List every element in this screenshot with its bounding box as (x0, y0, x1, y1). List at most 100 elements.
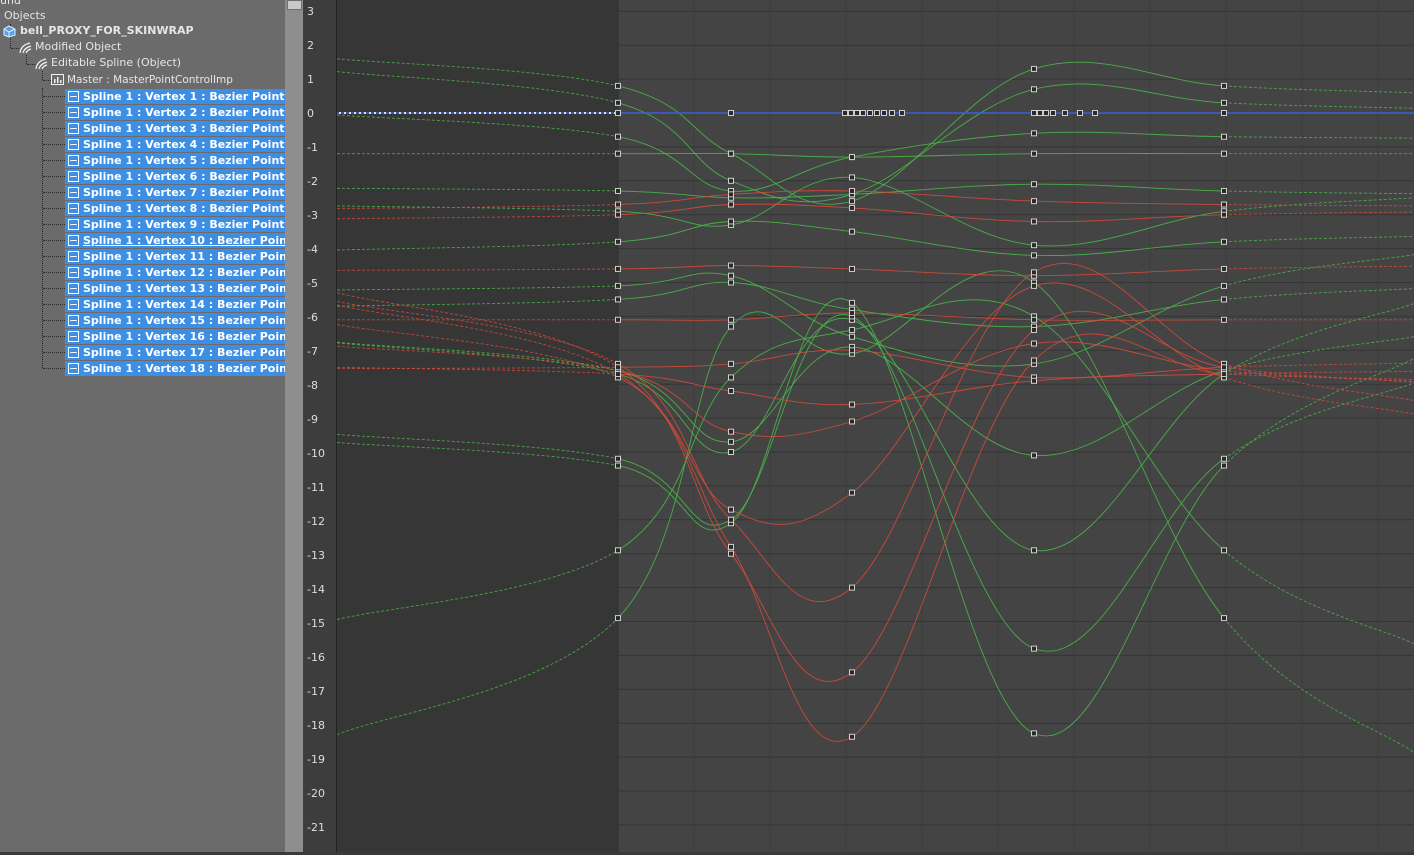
keyframe-handle[interactable] (728, 428, 734, 435)
vertex-track-item[interactable]: Spline 1 : Vertex 8 : Bezier Point3 (65, 201, 285, 216)
keyframe-handle[interactable] (1221, 455, 1227, 462)
keyframe-handle[interactable] (1221, 99, 1227, 106)
modified-object-label[interactable]: Modified Object (35, 40, 121, 54)
keyframe-handle[interactable] (849, 265, 855, 272)
keyframe-handle[interactable] (1031, 86, 1037, 93)
keyframe-handle[interactable] (849, 310, 855, 317)
vertex-track-item[interactable]: Spline 1 : Vertex 6 : Bezier Point3 (65, 169, 285, 184)
keyframe-handle[interactable] (615, 455, 621, 462)
vertex-track-item[interactable]: Spline 1 : Vertex 14 : Bezier Point3 (65, 297, 285, 312)
keyframe-handle[interactable] (1221, 238, 1227, 245)
keyframe-handle[interactable] (1031, 110, 1037, 116)
keyframe-handle[interactable] (842, 110, 848, 116)
keyframe-handle[interactable] (728, 550, 734, 557)
keyframe-handle[interactable] (849, 733, 855, 740)
keyframe-handle[interactable] (849, 228, 855, 235)
vertex-track-item[interactable]: Spline 1 : Vertex 18 : Bezier Point3 (65, 361, 285, 376)
editable-spline-label[interactable]: Editable Spline (Object) (51, 56, 181, 70)
keyframe-handle[interactable] (849, 198, 855, 205)
vertex-track-item[interactable]: Spline 1 : Vertex 12 : Bezier Point3 (65, 265, 285, 280)
keyframe-handle[interactable] (849, 347, 855, 354)
vertex-track-item[interactable]: Spline 1 : Vertex 2 : Bezier Point3 (65, 105, 285, 120)
keyframe-handle[interactable] (728, 272, 734, 279)
keyframe-handle[interactable] (874, 110, 880, 116)
keyframe-handle[interactable] (881, 110, 887, 116)
vertex-track-item[interactable]: Spline 1 : Vertex 11 : Bezier Point3 (65, 249, 285, 264)
keyframe-handle[interactable] (849, 418, 855, 425)
vertex-track-item[interactable]: Spline 1 : Vertex 10 : Bezier Point3 (65, 233, 285, 248)
keyframe-handle[interactable] (728, 387, 734, 394)
keyframe-handle[interactable] (728, 374, 734, 381)
keyframe-handle[interactable] (1031, 282, 1037, 289)
keyframe-handle[interactable] (1031, 150, 1037, 157)
vertex-track-item[interactable]: Spline 1 : Vertex 9 : Bezier Point3 (65, 217, 285, 232)
keyframe-handle[interactable] (1031, 65, 1037, 72)
keyframe-handle[interactable] (1031, 181, 1037, 188)
keyframe-handle[interactable] (728, 438, 734, 445)
keyframe-handle[interactable] (889, 110, 895, 116)
keyframe-handle[interactable] (1031, 645, 1037, 652)
keyframe-handle[interactable] (1221, 82, 1227, 89)
keyframe-handle[interactable] (615, 462, 621, 469)
keyframe-handle[interactable] (728, 279, 734, 286)
keyframe-handle[interactable] (1031, 547, 1037, 554)
keyframe-handle[interactable] (728, 449, 734, 455)
keyframe-handle[interactable] (615, 133, 621, 140)
keyframe-handle[interactable] (860, 110, 866, 116)
keyframe-handle[interactable] (1043, 110, 1049, 116)
vertex-track-item[interactable]: Spline 1 : Vertex 17 : Bezier Point3 (65, 345, 285, 360)
curve-editor-graph[interactable] (336, 0, 1414, 852)
keyframe-handle[interactable] (849, 584, 855, 591)
keyframe-handle[interactable] (1031, 198, 1037, 205)
keyframe-handle[interactable] (1221, 547, 1227, 554)
keyframe-handle[interactable] (615, 211, 621, 218)
keyframe-handle[interactable] (1092, 110, 1098, 116)
keyframe-handle[interactable] (728, 316, 734, 323)
vertex-track-item[interactable]: Spline 1 : Vertex 1 : Bezier Point3 (65, 89, 285, 104)
tree-scrollbar-thumb[interactable] (287, 0, 302, 10)
keyframe-handle[interactable] (615, 371, 621, 378)
keyframe-handle[interactable] (728, 323, 734, 330)
keyframe-handle[interactable] (1031, 242, 1037, 249)
keyframe-handle[interactable] (1221, 462, 1227, 469)
keyframe-handle[interactable] (615, 265, 621, 272)
keyframe-handle[interactable] (728, 360, 734, 367)
keyframe-handle[interactable] (1031, 252, 1037, 259)
keyframe-handle[interactable] (615, 238, 621, 245)
keyframe-handle[interactable] (615, 316, 621, 323)
keyframe-handle[interactable] (1031, 316, 1037, 323)
keyframe-handle[interactable] (615, 150, 621, 157)
keyframe-handle[interactable] (1031, 326, 1037, 333)
keyframe-handle[interactable] (1031, 730, 1037, 737)
keyframe-handle[interactable] (615, 82, 621, 89)
keyframe-handle[interactable] (849, 489, 855, 496)
keyframe-handle[interactable] (615, 110, 621, 116)
keyframe-handle[interactable] (849, 333, 855, 340)
keyframe-handle[interactable] (728, 218, 734, 225)
keyframe-handle[interactable] (728, 110, 734, 116)
keyframe-handle[interactable] (849, 174, 855, 181)
tree-scrollbar[interactable] (285, 0, 303, 852)
vertex-track-item[interactable]: Spline 1 : Vertex 3 : Bezier Point3 (65, 121, 285, 136)
keyframe-handle[interactable] (1221, 211, 1227, 218)
keyframe-handle[interactable] (615, 296, 621, 303)
keyframe-handle[interactable] (1031, 269, 1037, 276)
keyframe-handle[interactable] (1050, 110, 1056, 116)
keyframe-handle[interactable] (615, 187, 621, 194)
keyframe-handle[interactable] (1221, 265, 1227, 272)
keyframe-handle[interactable] (728, 262, 734, 269)
keyframe-handle[interactable] (1031, 218, 1037, 225)
keyframe-handle[interactable] (849, 401, 855, 408)
keyframe-handle[interactable] (867, 110, 873, 116)
keyframe-handle[interactable] (1221, 316, 1227, 323)
keyframe-handle[interactable] (1221, 364, 1227, 371)
vertex-track-item[interactable]: Spline 1 : Vertex 13 : Bezier Point3 (65, 281, 285, 296)
keyframe-handle[interactable] (1221, 615, 1227, 622)
keyframe-handle[interactable] (615, 282, 621, 289)
keyframe-handle[interactable] (849, 669, 855, 676)
keyframe-handle[interactable] (1221, 150, 1227, 157)
keyframe-handle[interactable] (1221, 201, 1227, 208)
keyframe-handle[interactable] (854, 110, 860, 116)
vertex-track-item[interactable]: Spline 1 : Vertex 4 : Bezier Point3 (65, 137, 285, 152)
keyframe-handle[interactable] (849, 326, 855, 333)
